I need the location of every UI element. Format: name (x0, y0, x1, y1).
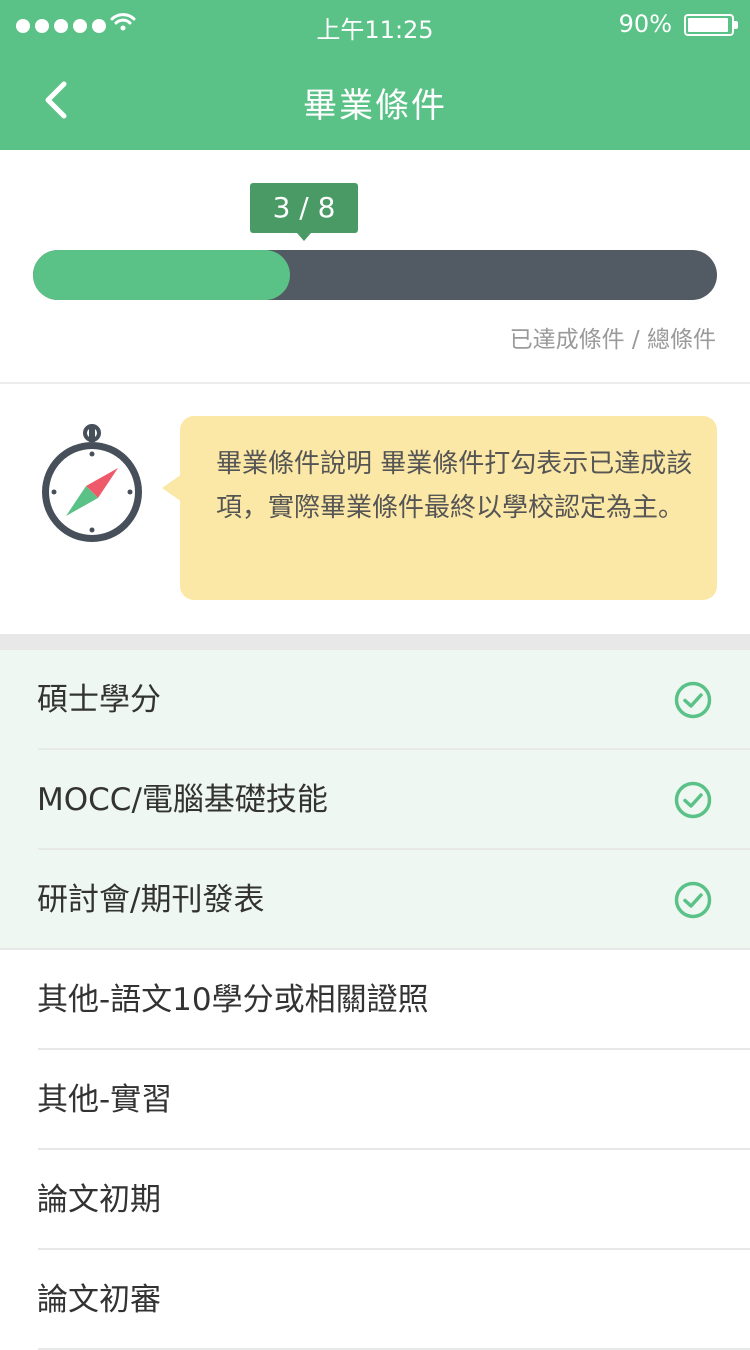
requirement-label: MOCC/電腦基礎技能 (37, 782, 328, 818)
requirement-row[interactable]: 其他-語文10學分或相關證照 (0, 950, 750, 1050)
check-circle-icon (674, 881, 712, 919)
app-header: 上午11:25 90% 畢業條件 (0, 0, 750, 150)
status-bar: 上午11:25 90% (0, 0, 750, 50)
battery-percentage: 90% (618, 10, 672, 38)
section-divider (0, 634, 750, 650)
requirement-row[interactable]: MOCC/電腦基礎技能 (0, 750, 750, 850)
requirement-row[interactable]: 論文初審 (0, 1250, 750, 1350)
requirement-label: 其他-語文10學分或相關證照 (37, 982, 429, 1018)
progress-bar (33, 250, 717, 300)
note-bubble-tail (162, 474, 182, 502)
progress-section: 3 / 8 已達成條件 / 總條件 (0, 150, 750, 384)
requirement-row[interactable]: 論文初期 (0, 1150, 750, 1250)
requirement-row[interactable]: 其他-實習 (0, 1050, 750, 1150)
info-section: 畢業條件說明 畢業條件打勾表示已達成該項，實際畢業條件最終以學校認定為主。 (0, 384, 750, 634)
requirement-row[interactable]: 碩士學分 (0, 650, 750, 750)
requirements-list: 碩士學分 MOCC/電腦基礎技能 研討會/期刊發表其他-語文10學分或相關證照 其他-… (0, 650, 750, 1350)
progress-caption: 已達成條件 / 總條件 (509, 327, 716, 353)
requirement-label: 碩士學分 (37, 682, 161, 718)
battery-icon (684, 14, 738, 36)
requirement-label: 其他-實習 (37, 1082, 173, 1118)
requirement-label: 論文初審 (37, 1282, 161, 1318)
requirement-label: 論文初期 (37, 1182, 161, 1218)
requirement-label: 研討會/期刊發表 (37, 882, 265, 918)
info-note: 畢業條件說明 畢業條件打勾表示已達成該項，實際畢業條件最終以學校認定為主。 (180, 416, 717, 600)
progress-bar-fill (33, 250, 290, 300)
requirement-row[interactable]: 研討會/期刊發表 (0, 850, 750, 950)
page-title: 畢業條件 (303, 86, 447, 126)
check-circle-icon (674, 681, 712, 719)
check-circle-icon (674, 781, 712, 819)
progress-count-badge: 3 / 8 (250, 183, 358, 241)
compass-icon (42, 424, 142, 542)
